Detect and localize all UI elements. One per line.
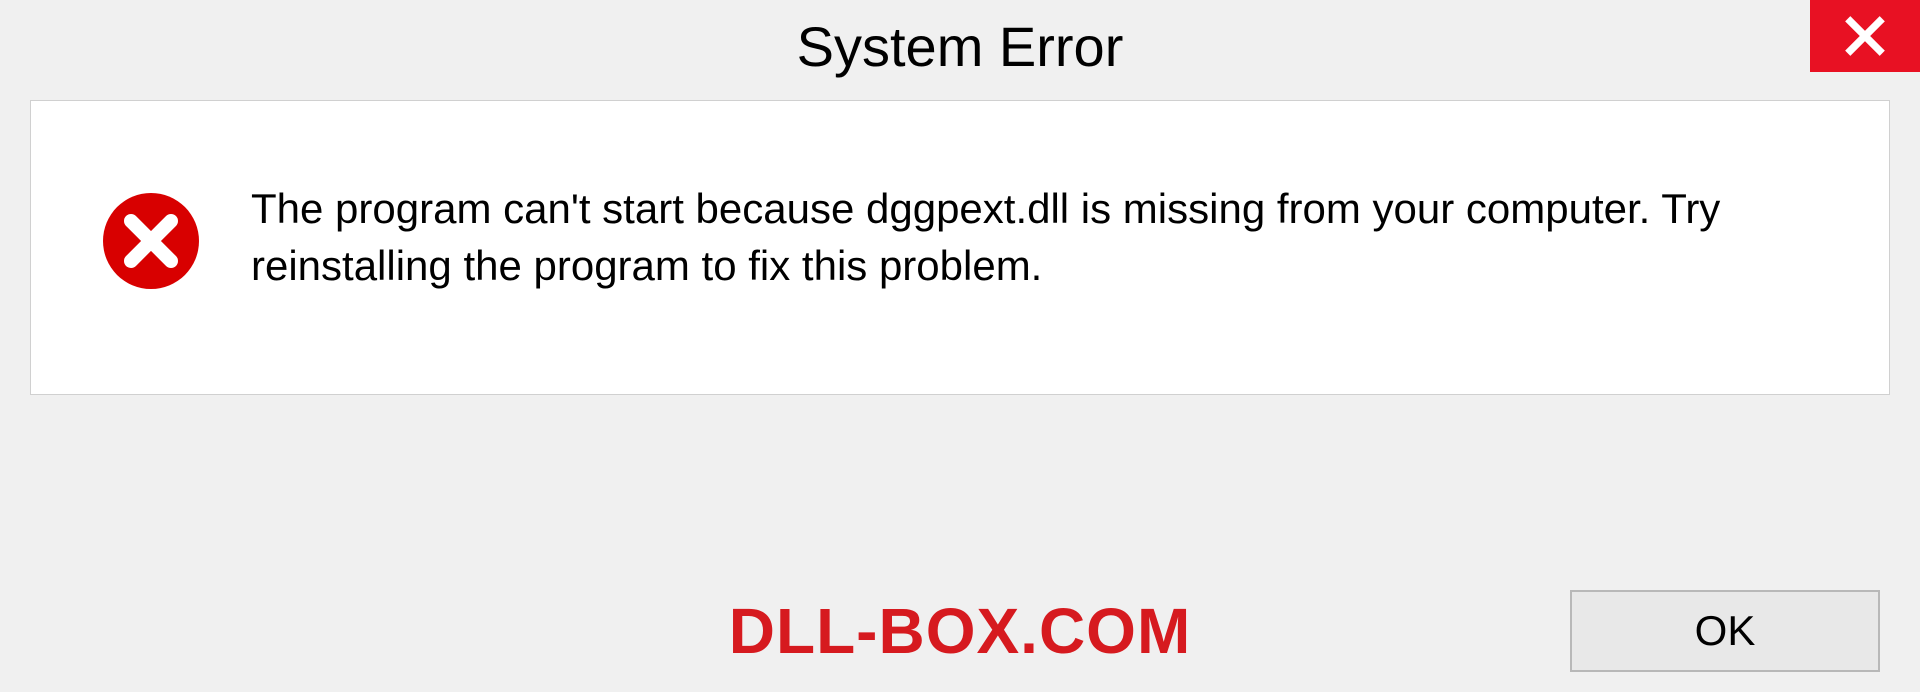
ok-button-label: OK <box>1695 607 1756 655</box>
error-message: The program can't start because dggpext.… <box>251 181 1829 294</box>
close-icon <box>1843 14 1887 58</box>
content-panel: The program can't start because dggpext.… <box>30 100 1890 395</box>
footer: DLL-BOX.COM OK <box>0 590 1920 672</box>
titlebar: System Error <box>0 0 1920 90</box>
ok-button[interactable]: OK <box>1570 590 1880 672</box>
dialog-title: System Error <box>797 14 1124 79</box>
error-icon <box>101 191 201 291</box>
watermark-text: DLL-BOX.COM <box>729 594 1192 668</box>
close-button[interactable] <box>1810 0 1920 72</box>
